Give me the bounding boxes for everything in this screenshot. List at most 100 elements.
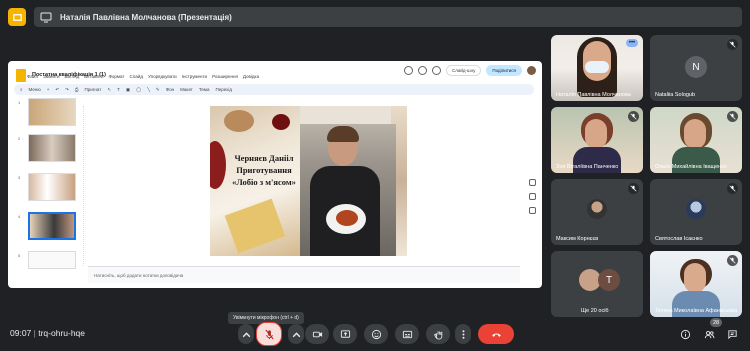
keep-icon[interactable] (529, 193, 536, 200)
search-menu-icon[interactable]: ⌕ (20, 87, 23, 92)
camera-icon (312, 331, 322, 337)
captions-button[interactable] (395, 324, 419, 344)
chevron-up-icon (292, 331, 300, 337)
menu-edit[interactable]: Змінити (43, 74, 59, 79)
participant-name: Максим Корнєєв (556, 236, 599, 242)
slide-thumbnail-1[interactable] (28, 98, 76, 126)
transition-button[interactable]: Перехід (215, 87, 232, 92)
people-count-badge: 28 (710, 318, 722, 327)
slide-decoration (224, 110, 254, 132)
menu-insert[interactable]: Вставити (84, 74, 103, 79)
slide-decoration (272, 114, 290, 130)
slide-thumbnail-4-selected[interactable] (28, 212, 76, 240)
menu-extensions[interactable]: Розширення (212, 74, 238, 79)
raise-hand-button[interactable] (426, 324, 450, 344)
slide-number: 1 (18, 100, 21, 105)
account-avatar[interactable] (527, 66, 536, 75)
participant-name: Наталія Павлівна Молчанова (556, 92, 631, 98)
shared-screen: Постатна кваліфікація 1 (1) Файл Змінити… (8, 61, 542, 288)
share-button[interactable]: Поділитися (486, 65, 522, 76)
slide-photo-student[interactable] (300, 124, 396, 256)
meeting-details-button[interactable] (676, 324, 694, 344)
new-slide-icon[interactable]: + (47, 87, 50, 92)
redo-icon[interactable]: ↷ (65, 87, 69, 93)
participant-tile[interactable]: N Nataliia Sologub (650, 35, 742, 101)
menu-view[interactable]: Вигляд (64, 74, 79, 79)
tasks-icon[interactable] (529, 207, 536, 214)
chat-icon (727, 329, 737, 339)
select-tool-icon[interactable]: ↖ (107, 87, 111, 93)
presenter-pill[interactable]: Наталія Павлівна Молчанова (Презентація) (34, 7, 742, 27)
slide-title-line: Приготування (236, 165, 292, 175)
image-icon[interactable]: ▣ (126, 87, 130, 93)
more-participants-tile[interactable]: T Ще 20 осіб (551, 251, 643, 317)
undo-icon[interactable]: ↶ (55, 87, 59, 93)
background-button[interactable]: Фон (166, 87, 174, 92)
participant-avatar: N (685, 56, 707, 78)
text-box-icon[interactable]: T (117, 87, 120, 92)
reactions-button[interactable] (364, 324, 388, 344)
shape-icon[interactable]: ◯ (136, 87, 141, 93)
menu-file[interactable]: Файл (27, 74, 38, 79)
calendar-icon[interactable] (529, 179, 536, 186)
menu-format[interactable]: Формат (108, 74, 124, 79)
menu-help[interactable]: Довідка (243, 74, 259, 79)
more-options-button[interactable] (455, 324, 471, 344)
camera-toggle-button[interactable] (305, 324, 329, 344)
people-button[interactable] (700, 324, 718, 344)
menu-slide[interactable]: Слайд (129, 74, 143, 79)
mic-off-icon (727, 111, 738, 122)
participant-avatar (587, 199, 607, 219)
more-options-icon[interactable]: ••• (626, 39, 638, 47)
slide-thumbnail-5[interactable] (28, 251, 76, 269)
participant-tile[interactable]: Тетяна Миколаївна Афанасьєва (650, 251, 742, 317)
mic-off-icon (727, 183, 738, 194)
speaker-notes[interactable]: Натисніть, щоб додати нотатки доповідача (88, 266, 520, 283)
end-call-button[interactable] (478, 324, 514, 344)
slide-number: 2 (18, 136, 21, 141)
participant-video (684, 263, 706, 293)
mic-options-button[interactable] (238, 324, 254, 344)
slide-thumbnail-2[interactable] (28, 134, 76, 162)
participant-tile[interactable]: Зоя Віталіївна Панченко (551, 107, 643, 173)
line-icon[interactable]: ╲ (147, 87, 150, 93)
comment-add-icon[interactable]: ✎ (156, 87, 160, 93)
participant-tile[interactable]: ••• Наталія Павлівна Молчанова (551, 35, 643, 101)
people-icon (704, 330, 714, 338)
toolbar-menu[interactable]: Меню (29, 87, 41, 92)
comment-icon[interactable] (417, 66, 427, 75)
theme-button[interactable]: Тема (199, 87, 210, 92)
participant-video (585, 61, 609, 73)
chat-button[interactable] (723, 324, 741, 344)
photo-hair (327, 126, 359, 142)
participant-tile[interactable]: Максим Корнєєв (551, 179, 643, 245)
participant-avatar (686, 199, 706, 219)
print-icon[interactable]: ⎙ (75, 87, 79, 92)
slide-decoration (224, 198, 286, 254)
current-slide[interactable]: Черняєв Данііл Приготування «Лобіо з м'я… (210, 106, 407, 256)
slideshow-button[interactable]: Слайд-шоу (445, 65, 482, 76)
menu-tools[interactable]: Інструменти (182, 74, 207, 79)
present-button[interactable] (333, 324, 357, 344)
zoom-select[interactable]: Пригнат (85, 87, 102, 92)
layout-button[interactable]: Макет (180, 87, 193, 92)
slide-number: 4 (18, 214, 21, 219)
doc-menubar: Файл Змінити Вигляд Вставити Формат Слай… (27, 74, 259, 79)
call-controls (0, 320, 750, 351)
participant-tile[interactable]: Святослав Ісаєнко (650, 179, 742, 245)
participant-video (585, 119, 607, 149)
history-icon[interactable] (403, 66, 413, 75)
participant-tile[interactable]: Ольга Михайлівна Іващенко (650, 107, 742, 173)
mic-toggle-button[interactable] (256, 322, 282, 346)
participant-video (684, 119, 706, 149)
side-panel-icons (529, 179, 536, 214)
slide-title-text[interactable]: Черняєв Данііл Приготування «Лобіо з м'я… (222, 152, 306, 188)
participant-name: Ольга Михайлівна Іващенко (655, 164, 727, 170)
participant-name: Тетяна Миколаївна Афанасьєва (655, 308, 738, 314)
menu-arrange[interactable]: Упорядкувати (148, 74, 177, 79)
video-call-icon[interactable] (431, 66, 441, 75)
slide-thumbnail-3[interactable] (28, 173, 76, 201)
camera-options-button[interactable] (288, 324, 304, 344)
participant-name: Зоя Віталіївна Панченко (556, 164, 619, 170)
participant-name: Святослав Ісаєнко (655, 236, 703, 242)
